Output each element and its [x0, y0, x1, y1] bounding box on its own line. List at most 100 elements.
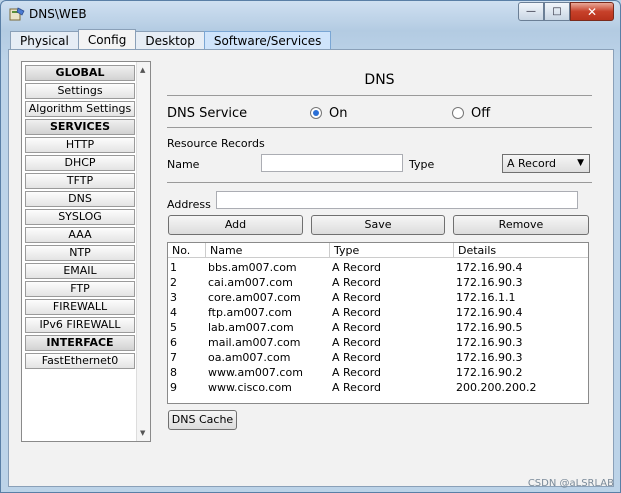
maximize-button[interactable]: □: [544, 2, 570, 21]
sidebar-item-dns[interactable]: DNS: [25, 191, 135, 207]
sidebar-list: GLOBAL Settings Algorithm Settings SERVI…: [25, 65, 135, 371]
sidebar-header-global: GLOBAL: [25, 65, 135, 81]
title-bar[interactable]: DNS\WEB — □ ✕: [1, 1, 620, 27]
minimize-icon: —: [526, 6, 536, 17]
sidebar-header-services: SERVICES: [25, 119, 135, 135]
cell-type: A Record: [332, 366, 382, 379]
cell-name: cai.am007.com: [208, 276, 293, 289]
cell-details: 172.16.90.3: [456, 351, 523, 364]
dns-content: DNS DNS Service On Off Resource Records …: [167, 61, 592, 481]
tab-bar: Physical Config Desktop Software/Service…: [10, 29, 332, 50]
sidebar-item-syslog[interactable]: SYSLOG: [25, 209, 135, 225]
cell-no: 5: [170, 321, 177, 334]
scroll-up-icon[interactable]: ▲: [140, 66, 145, 74]
cell-type: A Record: [332, 351, 382, 364]
cell-no: 7: [170, 351, 177, 364]
address-label: Address: [167, 198, 211, 211]
table-header: No. Name Type Details: [168, 243, 588, 258]
cell-details: 172.16.90.3: [456, 336, 523, 349]
cell-name: www.cisco.com: [208, 381, 292, 394]
sidebar-item-algorithm-settings[interactable]: Algorithm Settings: [25, 101, 135, 117]
cell-type: A Record: [332, 321, 382, 334]
cell-name: lab.am007.com: [208, 321, 294, 334]
sidebar-item-ipv6-firewall[interactable]: IPv6 FIREWALL: [25, 317, 135, 333]
divider: [167, 182, 592, 183]
cell-name: mail.am007.com: [208, 336, 301, 349]
app-icon: [9, 7, 25, 21]
dns-service-label: DNS Service: [167, 106, 248, 121]
cell-details: 172.16.90.2: [456, 366, 523, 379]
dns-records-table[interactable]: No. Name Type Details 1 bbs.am007.com A Re…: [167, 242, 589, 404]
type-select-value: A Record: [507, 157, 557, 170]
table-row[interactable]: 4 ftp.am007.com A Record 172.16.90.4: [168, 305, 588, 320]
sidebar-item-fastethernet0[interactable]: FastEthernet0: [25, 353, 135, 369]
column-header-type[interactable]: Type: [330, 243, 454, 258]
cell-name: bbs.am007.com: [208, 261, 297, 274]
tab-config[interactable]: Config: [77, 29, 137, 50]
table-row[interactable]: 3 core.am007.com A Record 172.16.1.1: [168, 290, 588, 305]
sidebar-item-dhcp[interactable]: DHCP: [25, 155, 135, 171]
name-label: Name: [167, 158, 200, 171]
cell-no: 8: [170, 366, 177, 379]
tab-desktop[interactable]: Desktop: [135, 31, 205, 50]
cell-name: ftp.am007.com: [208, 306, 292, 319]
close-button[interactable]: ✕: [570, 2, 614, 21]
sidebar-scrollbar[interactable]: ▲ ▼: [136, 62, 150, 441]
cell-details: 172.16.90.4: [456, 261, 523, 274]
table-row[interactable]: 1 bbs.am007.com A Record 172.16.90.4: [168, 260, 588, 275]
cell-type: A Record: [332, 291, 382, 304]
table-row[interactable]: 7 oa.am007.com A Record 172.16.90.3: [168, 350, 588, 365]
tab-physical[interactable]: Physical: [10, 31, 79, 50]
remove-button[interactable]: Remove: [453, 215, 589, 235]
sidebar: GLOBAL Settings Algorithm Settings SERVI…: [21, 61, 151, 442]
sidebar-item-ftp[interactable]: FTP: [25, 281, 135, 297]
dns-on-radio[interactable]: [310, 107, 322, 119]
save-button[interactable]: Save: [311, 215, 445, 235]
dns-cache-button[interactable]: DNS Cache: [168, 410, 237, 430]
cell-type: A Record: [332, 381, 382, 394]
add-button[interactable]: Add: [168, 215, 303, 235]
table-row[interactable]: 6 mail.am007.com A Record 172.16.90.3: [168, 335, 588, 350]
tab-software-services[interactable]: Software/Services: [203, 31, 332, 50]
cell-details: 172.16.90.5: [456, 321, 523, 334]
dns-off-radio[interactable]: [452, 107, 464, 119]
cell-details: 200.200.200.2: [456, 381, 537, 394]
table-row[interactable]: 5 lab.am007.com A Record 172.16.90.5: [168, 320, 588, 335]
table-row[interactable]: 2 cai.am007.com A Record 172.16.90.3: [168, 275, 588, 290]
name-input[interactable]: [261, 154, 403, 172]
sidebar-item-firewall[interactable]: FIREWALL: [25, 299, 135, 315]
sidebar-item-settings[interactable]: Settings: [25, 83, 135, 99]
column-header-details[interactable]: Details: [454, 243, 588, 258]
cell-name: core.am007.com: [208, 291, 301, 304]
dns-off-label: Off: [471, 106, 491, 121]
address-input[interactable]: [216, 191, 578, 209]
cell-name: www.am007.com: [208, 366, 303, 379]
cell-details: 172.16.90.4: [456, 306, 523, 319]
cell-details: 172.16.1.1: [456, 291, 516, 304]
sidebar-header-interface: INTERFACE: [25, 335, 135, 351]
sidebar-item-email[interactable]: EMAIL: [25, 263, 135, 279]
sidebar-item-ntp[interactable]: NTP: [25, 245, 135, 261]
cell-no: 3: [170, 291, 177, 304]
type-label: Type: [409, 158, 435, 171]
table-row[interactable]: 9 www.cisco.com A Record 200.200.200.2: [168, 380, 588, 395]
sidebar-item-tftp[interactable]: TFTP: [25, 173, 135, 189]
app-window: DNS\WEB — □ ✕ Physical Config Desktop So…: [0, 0, 621, 493]
column-header-name[interactable]: Name: [206, 243, 330, 258]
cell-details: 172.16.90.3: [456, 276, 523, 289]
sidebar-item-aaa[interactable]: AAA: [25, 227, 135, 243]
type-select[interactable]: A Record ▼: [502, 154, 590, 173]
close-icon: ✕: [586, 4, 598, 19]
sidebar-item-http[interactable]: HTTP: [25, 137, 135, 153]
cell-type: A Record: [332, 276, 382, 289]
scroll-down-icon[interactable]: ▼: [140, 429, 145, 437]
dns-on-label: On: [329, 106, 348, 121]
table-row[interactable]: 8 www.am007.com A Record 172.16.90.2: [168, 365, 588, 380]
minimize-button[interactable]: —: [518, 2, 544, 21]
cell-no: 6: [170, 336, 177, 349]
cell-type: A Record: [332, 261, 382, 274]
window-title: DNS\WEB: [29, 7, 87, 21]
cell-no: 1: [170, 261, 177, 274]
maximize-icon: □: [552, 6, 562, 17]
column-header-no[interactable]: No.: [168, 243, 206, 258]
